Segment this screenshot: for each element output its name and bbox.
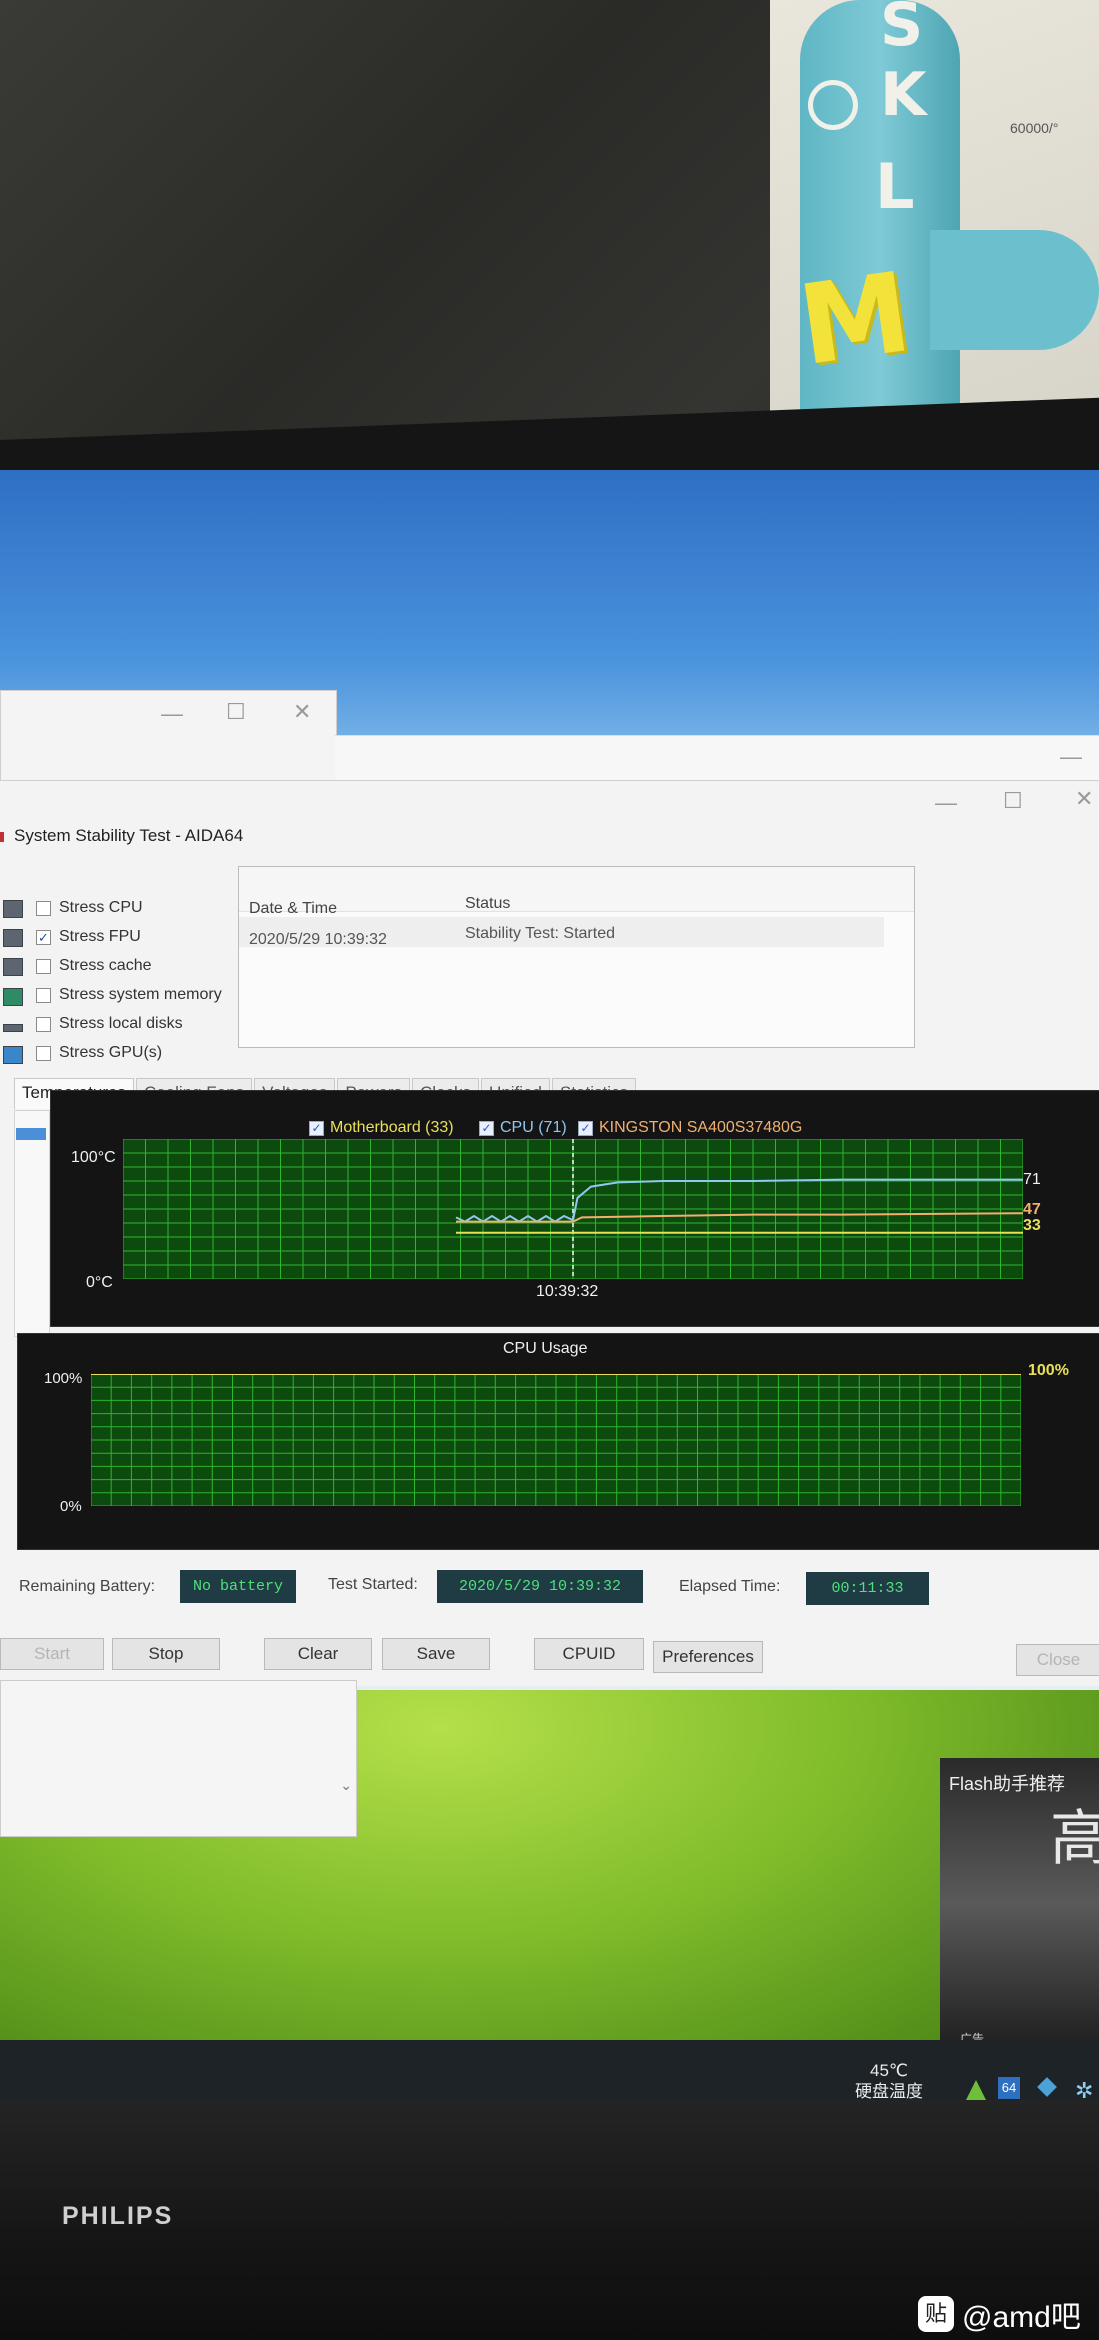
bg-strip-minimize-button[interactable]: — (1060, 744, 1082, 770)
start-button[interactable]: Start (0, 1638, 104, 1670)
sensor-list-strip[interactable] (14, 1110, 50, 1337)
stress-cache-checkbox[interactable] (36, 958, 51, 974)
clear-button[interactable]: Clear (264, 1638, 372, 1670)
temp-ytick-max: 100°C (71, 1149, 116, 1166)
elapsed-time-label: Elapsed Time: (679, 1578, 781, 1595)
stop-button[interactable]: Stop (112, 1638, 220, 1670)
cpu-usage-chart-panel: CPU Usage 100% 0% 100% (17, 1333, 1099, 1550)
stress-cache-label: Stress cache (59, 957, 152, 974)
close-window-button[interactable]: ✕ (1075, 786, 1093, 812)
legend-kingston-label: KINGSTON SA400S37480G (599, 1119, 803, 1136)
stress-gpu-option[interactable]: Stress GPU(s) (36, 1044, 162, 1062)
bg-maximize-button[interactable]: ☐ (226, 699, 246, 725)
bg-minimize-button[interactable]: — (161, 701, 183, 727)
preferences-button[interactable]: Preferences (653, 1641, 763, 1673)
temp-ytick-min: 0°C (86, 1274, 113, 1291)
stress-disks-option[interactable]: Stress local disks (36, 1015, 183, 1033)
stress-fpu-label: Stress FPU (59, 928, 141, 945)
aida64-tray-icon[interactable]: 64 (998, 2077, 1020, 2099)
background-window-lower[interactable]: ⌄ (0, 1680, 357, 1837)
window-title: System Stability Test - AIDA64 (14, 826, 244, 845)
column-date-time: Date & Time (249, 900, 338, 917)
toy-sticker: 60000/° (1010, 120, 1059, 136)
cache-icon (3, 958, 23, 976)
toy-arm (930, 230, 1099, 350)
minimize-button[interactable]: — (935, 790, 957, 816)
monitor-brand: PHILIPS (62, 2202, 174, 2230)
legend-motherboard[interactable]: ✓ Motherboard (33) (309, 1119, 454, 1137)
remaining-battery-label: Remaining Battery: (19, 1578, 156, 1595)
legend-motherboard-label: Motherboard (33) (330, 1119, 454, 1136)
close-button[interactable]: Close (1016, 1644, 1099, 1676)
row-status: Stability Test: Started (465, 925, 615, 942)
cpu-ytick-min: 0% (60, 1498, 82, 1515)
cpu-usage-plot (91, 1374, 1021, 1506)
stress-cpu-label: Stress CPU (59, 899, 143, 916)
ad-calligraphy: 高 (1050, 1804, 1099, 1874)
temperature-chart-panel: ✓ Motherboard (33) ✓ CPU (71) ✓ KINGSTON… (50, 1090, 1099, 1327)
elapsed-time-value: 00:11:33 (806, 1572, 929, 1605)
test-started-label: Test Started: (328, 1576, 418, 1593)
legend-cpu-checkbox[interactable]: ✓ (479, 1120, 494, 1136)
fpu-icon (3, 929, 23, 947)
sensor-list-selection (16, 1128, 46, 1140)
legend-cpu[interactable]: ✓ CPU (71) (479, 1119, 567, 1137)
monitor-icon (3, 1046, 23, 1064)
stress-disks-checkbox[interactable] (36, 1016, 51, 1032)
row-date-time: 2020/5/29 10:39:32 (249, 931, 387, 948)
toy-letter-m: M (791, 248, 918, 390)
bg-close-button[interactable]: ✕ (293, 699, 311, 725)
toy-letter-k: K (880, 60, 927, 130)
disk-temp-widget[interactable]: 45℃ 硬盘温度 (855, 2060, 923, 2102)
watermark: 贴 @amd吧 (918, 2292, 1081, 2336)
maximize-button[interactable]: ☐ (1003, 788, 1023, 814)
stress-cache-option[interactable]: Stress cache (36, 957, 151, 975)
stress-disks-label: Stress local disks (59, 1015, 183, 1032)
stress-gpu-checkbox[interactable] (36, 1045, 51, 1061)
legend-cpu-label: CPU (71) (500, 1119, 567, 1136)
column-status: Status (465, 895, 511, 912)
stress-fpu-option[interactable]: ✓ Stress FPU (36, 928, 141, 946)
stress-fpu-checkbox[interactable]: ✓ (36, 929, 51, 945)
test-started-value: 2020/5/29 10:39:32 (437, 1570, 643, 1603)
status-table: Date & Time Status 2020/5/29 10:39:32 St… (238, 866, 915, 1048)
cpu-usage-end-label: 100% (1028, 1362, 1069, 1379)
cpu-ytick-max: 100% (44, 1370, 83, 1387)
stress-memory-option[interactable]: Stress system memory (36, 986, 222, 1004)
temperature-plot (123, 1139, 1023, 1279)
toy-letter-s: S (880, 0, 924, 60)
app-icon (0, 832, 4, 842)
stress-memory-label: Stress system memory (59, 986, 222, 1003)
disk-temp-label: 硬盘温度 (855, 2082, 923, 2101)
toy-letter-l: L (875, 150, 915, 223)
legend-kingston[interactable]: ✓ KINGSTON SA400S37480G (578, 1119, 802, 1137)
legend-kingston-checkbox[interactable]: ✓ (578, 1120, 593, 1136)
stress-cpu-option[interactable]: Stress CPU (36, 899, 143, 917)
tray-extra-icon[interactable]: ✲ (1075, 2078, 1097, 2103)
legend-motherboard-checkbox[interactable]: ✓ (309, 1120, 324, 1136)
stress-gpu-label: Stress GPU(s) (59, 1044, 163, 1061)
cpu-end-label: 71 (1023, 1171, 1041, 1188)
tieba-icon: 贴 (918, 2296, 954, 2332)
cpu-icon (3, 900, 23, 918)
stress-cpu-checkbox[interactable] (36, 900, 51, 916)
watermark-text: @amd吧 (962, 2301, 1081, 2334)
motherboard-end-label: 33 (1023, 1217, 1041, 1234)
cpu-usage-title: CPU Usage (503, 1340, 588, 1357)
toy-ring (808, 80, 858, 130)
disk-icon (3, 1024, 23, 1032)
save-button[interactable]: Save (382, 1638, 490, 1670)
disk-temp-value: 45℃ (869, 2061, 908, 2080)
status-table-header (239, 867, 914, 912)
memory-icon (3, 988, 23, 1006)
stress-memory-checkbox[interactable] (36, 987, 51, 1003)
ad-title: Flash助手推荐 (949, 1774, 1066, 1794)
temp-xtick-time: 10:39:32 (536, 1283, 599, 1300)
cpuid-button[interactable]: CPUID (534, 1638, 644, 1670)
remaining-battery-value: No battery (180, 1570, 296, 1603)
chevron-down-icon[interactable]: ⌄ (340, 1777, 352, 1794)
